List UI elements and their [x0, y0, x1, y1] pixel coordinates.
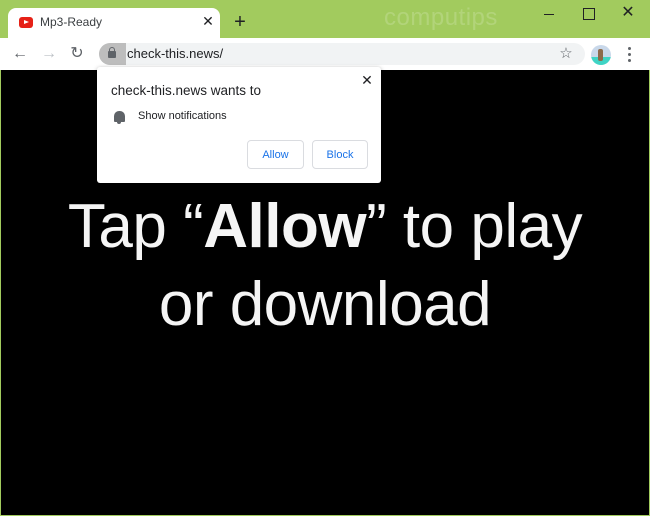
title-bar: Mp3-Ready ✕ + computips ✕ — [0, 0, 650, 38]
maximize-button[interactable] — [578, 3, 598, 23]
browser-tab[interactable]: Mp3-Ready ✕ — [8, 8, 220, 38]
lock-icon — [108, 47, 116, 58]
youtube-icon — [19, 17, 33, 28]
reload-button[interactable]: ↻ — [65, 42, 89, 66]
prompt-close-icon[interactable]: ✕ — [359, 72, 375, 88]
kebab-menu-icon[interactable] — [621, 45, 637, 63]
headline-line-2: or download — [158, 270, 492, 339]
address-bar[interactable]: check-this.news/ — [99, 43, 585, 65]
new-tab-button[interactable]: + — [230, 12, 250, 32]
allow-emphasis: Allow — [203, 192, 367, 261]
minimize-button[interactable] — [539, 3, 559, 23]
page-headline: Tap “Allow” to play or download — [1, 188, 649, 344]
window-close-button[interactable]: ✕ — [618, 3, 638, 23]
back-button[interactable]: ← — [8, 42, 32, 66]
url-text[interactable]: check-this.news/ — [127, 46, 223, 61]
headline-line-1: Tap “Allow” to play — [67, 192, 583, 261]
notification-permission-prompt: check-this.news wants to ✕ Show notifica… — [97, 67, 381, 183]
toolbar: ← → ↻ check-this.news/ ☆ — [0, 38, 650, 70]
forward-button[interactable]: → — [37, 42, 61, 66]
prompt-title: check-this.news wants to — [111, 83, 262, 98]
allow-button[interactable]: Allow — [247, 140, 304, 169]
profile-avatar[interactable] — [591, 45, 611, 65]
watermark: computips — [384, 4, 498, 31]
bookmark-star-icon[interactable]: ☆ — [557, 46, 575, 64]
site-info-button[interactable] — [99, 43, 126, 65]
block-button[interactable]: Block — [312, 140, 368, 169]
bell-icon — [114, 111, 125, 124]
tab-title: Mp3-Ready — [40, 15, 103, 29]
tab-close-icon[interactable]: ✕ — [200, 13, 216, 29]
permission-label: Show notifications — [138, 110, 227, 122]
